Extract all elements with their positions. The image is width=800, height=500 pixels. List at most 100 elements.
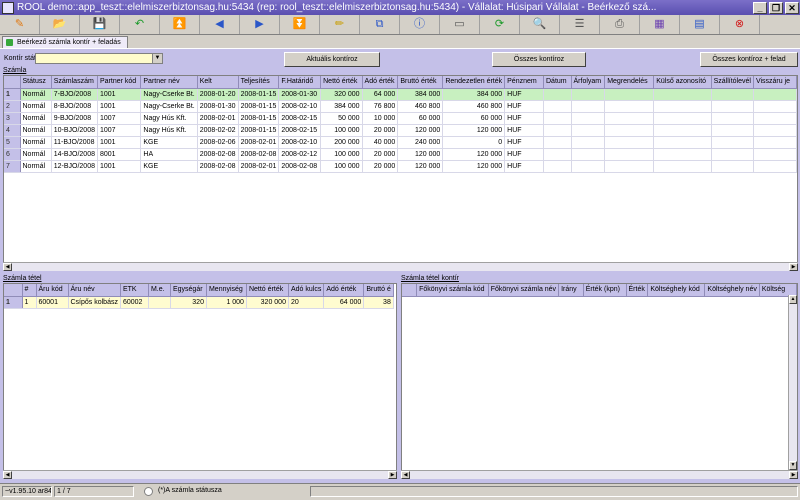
table-cell[interactable]: HUF — [504, 148, 544, 161]
column-header-etk[interactable]: ETK — [120, 284, 149, 297]
table-cell[interactable] — [571, 160, 606, 173]
table-cell[interactable] — [653, 88, 712, 101]
column-header-kelt[interactable]: Kelt — [197, 76, 239, 89]
table-cell[interactable]: 2008-02-01 — [238, 160, 280, 173]
table-cell[interactable]: 7-BJO/2008 — [51, 88, 98, 101]
grid-button[interactable]: ▦ — [640, 15, 680, 34]
all-account-send-button[interactable]: Összes kontíroz + felad — [700, 52, 798, 67]
table-cell[interactable] — [604, 148, 655, 161]
next-record-button[interactable]: ▶ — [240, 15, 280, 34]
column-header-penznem[interactable]: Pénznem — [504, 76, 544, 89]
column-header-ertek-kpn[interactable]: Érték (kpn) — [583, 284, 627, 297]
info-button[interactable]: ⓘ — [400, 15, 440, 34]
open-folder-button[interactable]: 📂 — [40, 15, 80, 34]
table-cell[interactable]: 60001 — [36, 296, 69, 309]
table-cell[interactable] — [753, 148, 797, 161]
column-header-teljesites[interactable]: Teljesítés — [238, 76, 280, 89]
column-header-visszaru-je[interactable]: Visszáru je — [753, 76, 797, 89]
table-cell[interactable] — [571, 112, 606, 125]
table-cell[interactable]: 2008-02-15 — [278, 112, 322, 125]
column-header-netto-ertek[interactable]: Nettó érték — [320, 76, 363, 89]
table-cell[interactable]: KGE — [140, 160, 198, 173]
table-cell[interactable]: 38 — [363, 296, 394, 309]
scroll-down-icon[interactable]: ▼ — [789, 461, 797, 470]
table-cell[interactable] — [753, 88, 797, 101]
table-cell[interactable] — [753, 136, 797, 149]
table-cell[interactable] — [653, 148, 712, 161]
table-cell[interactable]: HUF — [504, 100, 544, 113]
column-header-szamlaszam[interactable]: Számlaszám — [51, 76, 98, 89]
table-cell[interactable]: 1 — [22, 296, 37, 309]
table-cell[interactable] — [653, 160, 712, 173]
table-cell[interactable]: 12-BJO/2008 — [51, 160, 98, 173]
column-header-fokonyvi-szamla-nev[interactable]: Főkönyvi számla név — [488, 284, 560, 297]
column-header-statusz[interactable]: Státusz — [20, 76, 52, 89]
table-cell[interactable]: 2008-02-01 — [238, 136, 280, 149]
table-cell[interactable]: 2008-02-08 — [238, 148, 280, 161]
table-cell[interactable]: 120 000 — [442, 148, 506, 161]
table-cell[interactable]: 64 000 — [323, 296, 365, 309]
table-cell[interactable]: 120 000 — [397, 148, 444, 161]
table-cell[interactable]: 50 000 — [320, 112, 363, 125]
table-row[interactable]: 5 Normál 11-BJO/2008 1001 KGE 2008-02-06 2008-… — [4, 136, 797, 149]
table-cell[interactable] — [653, 112, 712, 125]
table-cell[interactable]: 460 800 — [442, 100, 506, 113]
table-cell[interactable]: 8-BJO/2008 — [51, 100, 98, 113]
table-cell[interactable]: 9-BJO/2008 — [51, 112, 98, 125]
scroll-right-icon[interactable]: ▶ — [388, 471, 397, 479]
table-cell[interactable] — [653, 100, 712, 113]
table-cell[interactable] — [753, 112, 797, 125]
table-cell[interactable]: 100 000 — [320, 148, 363, 161]
status-filter-select[interactable]: ▼ — [35, 53, 163, 64]
table-cell[interactable] — [711, 88, 754, 101]
table-cell[interactable]: 2008-02-15 — [278, 124, 322, 137]
table-cell[interactable]: 2008-02-01 — [197, 112, 239, 125]
scroll-right-icon[interactable]: ▶ — [789, 263, 798, 271]
scroll-up-icon[interactable]: ▲ — [789, 295, 797, 304]
column-header-megrendeles[interactable]: Megrendelés — [604, 76, 655, 89]
column-header-rendezetlen-ertek[interactable]: Rendezetlen érték — [442, 76, 506, 89]
table-row[interactable]: 1 1 60001 Csípős kolbász 60002 320 1 000 320 00… — [4, 296, 394, 309]
table-cell[interactable]: 2008-01-20 — [197, 88, 239, 101]
column-header-partner-kod[interactable]: Partner kód — [97, 76, 142, 89]
column-header-aru-kod[interactable]: Áru kód — [36, 284, 69, 297]
table-cell[interactable] — [543, 124, 572, 137]
table-cell[interactable] — [653, 124, 712, 137]
table-cell[interactable]: 1001 — [97, 136, 142, 149]
table-cell[interactable] — [543, 100, 572, 113]
table-cell[interactable]: 8001 — [97, 148, 142, 161]
column-header-arfolyam[interactable]: Árfolyam — [571, 76, 606, 89]
maximize-button[interactable]: ❐ — [769, 1, 783, 14]
table-cell[interactable]: 384 000 — [320, 100, 363, 113]
form-button[interactable]: ▭ — [440, 15, 480, 34]
table-cell[interactable] — [604, 112, 655, 125]
table-cell[interactable] — [753, 100, 797, 113]
column-header-f-hatarido[interactable]: F.Határidő — [278, 76, 322, 89]
table-cell[interactable]: Normál — [20, 88, 52, 101]
table-cell[interactable]: 20 000 — [362, 160, 399, 173]
table-cell[interactable]: HUF — [504, 112, 544, 125]
table-cell[interactable]: 60002 — [120, 296, 149, 309]
table-cell[interactable] — [753, 160, 797, 173]
column-header-ado-ertek[interactable]: Adó érték — [323, 284, 365, 297]
close-button[interactable]: ⊗ — [720, 15, 760, 34]
table-cell[interactable]: 1007 — [97, 124, 142, 137]
table-cell[interactable]: 320 — [170, 296, 207, 309]
table-cell[interactable]: 0 — [442, 136, 506, 149]
table-cell[interactable]: 60 000 — [397, 112, 444, 125]
undo-button[interactable]: ↶ — [120, 15, 160, 34]
table-cell[interactable]: HUF — [504, 124, 544, 137]
table-cell[interactable]: Normál — [20, 136, 52, 149]
column-header-netto-ertek[interactable]: Nettó érték — [246, 284, 289, 297]
table-cell[interactable]: 20 — [288, 296, 325, 309]
column-header-col[interactable]: # — [22, 284, 37, 297]
table-cell[interactable] — [571, 136, 606, 149]
table-cell[interactable] — [571, 88, 606, 101]
column-header-datum[interactable]: Dátum — [543, 76, 572, 89]
column-header-partner-nev[interactable]: Partner név — [140, 76, 198, 89]
table-cell[interactable] — [604, 160, 655, 173]
table-cell[interactable] — [571, 100, 606, 113]
table-cell[interactable] — [543, 148, 572, 161]
items-horizontal-scrollbar[interactable]: ◀ ▶ — [3, 470, 397, 479]
table-cell[interactable]: 2008-02-08 — [197, 148, 239, 161]
